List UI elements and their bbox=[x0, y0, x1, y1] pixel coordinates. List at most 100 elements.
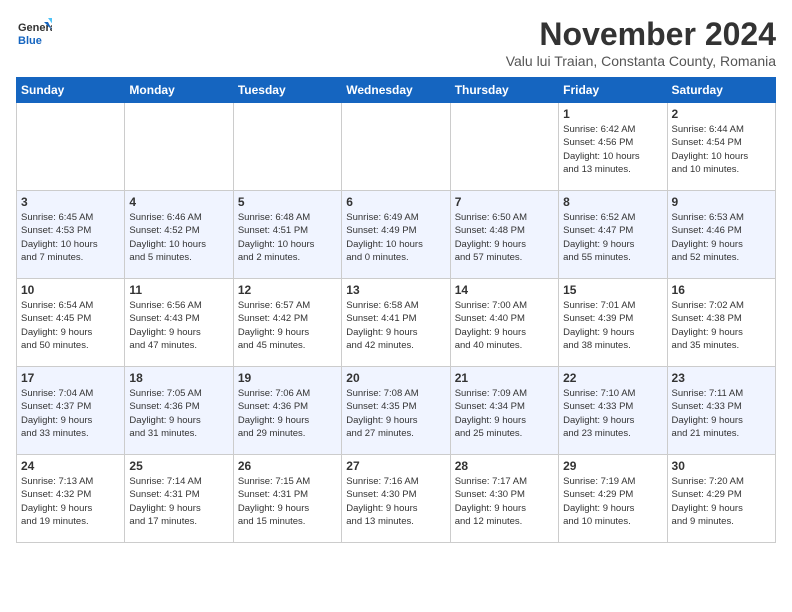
day-info: Sunrise: 7:11 AM Sunset: 4:33 PM Dayligh… bbox=[672, 387, 771, 440]
day-number: 12 bbox=[238, 283, 337, 297]
weekday-header-monday: Monday bbox=[125, 78, 233, 103]
day-number: 15 bbox=[563, 283, 662, 297]
day-number: 11 bbox=[129, 283, 228, 297]
day-cell: 24Sunrise: 7:13 AM Sunset: 4:32 PM Dayli… bbox=[17, 455, 125, 543]
day-info: Sunrise: 6:45 AM Sunset: 4:53 PM Dayligh… bbox=[21, 211, 120, 264]
day-info: Sunrise: 7:10 AM Sunset: 4:33 PM Dayligh… bbox=[563, 387, 662, 440]
logo: General Blue bbox=[16, 16, 52, 52]
day-info: Sunrise: 6:49 AM Sunset: 4:49 PM Dayligh… bbox=[346, 211, 445, 264]
day-info: Sunrise: 7:01 AM Sunset: 4:39 PM Dayligh… bbox=[563, 299, 662, 352]
day-info: Sunrise: 7:00 AM Sunset: 4:40 PM Dayligh… bbox=[455, 299, 554, 352]
day-info: Sunrise: 6:44 AM Sunset: 4:54 PM Dayligh… bbox=[672, 123, 771, 176]
day-number: 18 bbox=[129, 371, 228, 385]
day-info: Sunrise: 6:58 AM Sunset: 4:41 PM Dayligh… bbox=[346, 299, 445, 352]
week-row-2: 3 Sunrise: 6:45 AM Sunset: 4:53 PM Daylig… bbox=[17, 191, 776, 279]
day-number: 24 bbox=[21, 459, 120, 473]
day-number: 8 bbox=[563, 195, 662, 209]
week-row-1: 1 Sunrise: 6:42 AM Sunset: 4:56 PM Daylig… bbox=[17, 103, 776, 191]
weekday-header-thursday: Thursday bbox=[450, 78, 558, 103]
day-info: Sunrise: 6:56 AM Sunset: 4:43 PM Dayligh… bbox=[129, 299, 228, 352]
day-cell: 9 Sunrise: 6:53 AM Sunset: 4:46 PM Daylig… bbox=[667, 191, 775, 279]
day-cell: 22 Sunrise: 7:10 AM Sunset: 4:33 PM Dayli… bbox=[559, 367, 667, 455]
day-number: 4 bbox=[129, 195, 228, 209]
week-row-3: 10 Sunrise: 6:54 AM Sunset: 4:45 PM Dayli… bbox=[17, 279, 776, 367]
calendar-title: November 2024 bbox=[506, 16, 776, 53]
day-cell: 1 Sunrise: 6:42 AM Sunset: 4:56 PM Daylig… bbox=[559, 103, 667, 191]
day-cell: 29 Sunrise: 7:19 AM Sunset: 4:29 PM Dayli… bbox=[559, 455, 667, 543]
day-number: 16 bbox=[672, 283, 771, 297]
day-cell: 16 Sunrise: 7:02 AM Sunset: 4:38 PM Dayli… bbox=[667, 279, 775, 367]
day-info: Sunrise: 6:53 AM Sunset: 4:46 PM Dayligh… bbox=[672, 211, 771, 264]
day-cell: 23 Sunrise: 7:11 AM Sunset: 4:33 PM Dayli… bbox=[667, 367, 775, 455]
day-cell: 18 Sunrise: 7:05 AM Sunset: 4:36 PM Dayli… bbox=[125, 367, 233, 455]
day-info: Sunrise: 6:57 AM Sunset: 4:42 PM Dayligh… bbox=[238, 299, 337, 352]
day-number: 10 bbox=[21, 283, 120, 297]
day-number: 28 bbox=[455, 459, 554, 473]
day-number: 29 bbox=[563, 459, 662, 473]
day-cell: 3 Sunrise: 6:45 AM Sunset: 4:53 PM Daylig… bbox=[17, 191, 125, 279]
day-cell: 8Sunrise: 6:52 AM Sunset: 4:47 PM Daylig… bbox=[559, 191, 667, 279]
day-cell: 5Sunrise: 6:48 AM Sunset: 4:51 PM Daylig… bbox=[233, 191, 341, 279]
day-cell: 7Sunrise: 6:50 AM Sunset: 4:48 PM Daylig… bbox=[450, 191, 558, 279]
day-info: Sunrise: 7:16 AM Sunset: 4:30 PM Dayligh… bbox=[346, 475, 445, 528]
day-info: Sunrise: 7:02 AM Sunset: 4:38 PM Dayligh… bbox=[672, 299, 771, 352]
day-info: Sunrise: 7:09 AM Sunset: 4:34 PM Dayligh… bbox=[455, 387, 554, 440]
day-cell: 28 Sunrise: 7:17 AM Sunset: 4:30 PM Dayli… bbox=[450, 455, 558, 543]
day-cell: 19Sunrise: 7:06 AM Sunset: 4:36 PM Dayli… bbox=[233, 367, 341, 455]
day-cell bbox=[450, 103, 558, 191]
day-number: 3 bbox=[21, 195, 120, 209]
logo-icon: General Blue bbox=[16, 16, 52, 52]
day-info: Sunrise: 6:46 AM Sunset: 4:52 PM Dayligh… bbox=[129, 211, 228, 264]
day-number: 22 bbox=[563, 371, 662, 385]
day-number: 25 bbox=[129, 459, 228, 473]
day-cell: 10 Sunrise: 6:54 AM Sunset: 4:45 PM Dayli… bbox=[17, 279, 125, 367]
day-cell bbox=[342, 103, 450, 191]
day-info: Sunrise: 6:42 AM Sunset: 4:56 PM Dayligh… bbox=[563, 123, 662, 176]
day-cell bbox=[125, 103, 233, 191]
day-info: Sunrise: 7:08 AM Sunset: 4:35 PM Dayligh… bbox=[346, 387, 445, 440]
weekday-header-saturday: Saturday bbox=[667, 78, 775, 103]
day-cell: 6Sunrise: 6:49 AM Sunset: 4:49 PM Daylig… bbox=[342, 191, 450, 279]
day-info: Sunrise: 7:04 AM Sunset: 4:37 PM Dayligh… bbox=[21, 387, 120, 440]
calendar-table: SundayMondayTuesdayWednesdayThursdayFrid… bbox=[16, 77, 776, 543]
day-number: 23 bbox=[672, 371, 771, 385]
day-info: Sunrise: 6:54 AM Sunset: 4:45 PM Dayligh… bbox=[21, 299, 120, 352]
day-cell: 21 Sunrise: 7:09 AM Sunset: 4:34 PM Dayli… bbox=[450, 367, 558, 455]
day-number: 13 bbox=[346, 283, 445, 297]
day-cell: 11 Sunrise: 6:56 AM Sunset: 4:43 PM Dayli… bbox=[125, 279, 233, 367]
day-cell: 2Sunrise: 6:44 AM Sunset: 4:54 PM Daylig… bbox=[667, 103, 775, 191]
weekday-header-row: SundayMondayTuesdayWednesdayThursdayFrid… bbox=[17, 78, 776, 103]
header: General Blue November 2024 Valu lui Trai… bbox=[16, 16, 776, 69]
day-number: 14 bbox=[455, 283, 554, 297]
weekday-header-wednesday: Wednesday bbox=[342, 78, 450, 103]
day-info: Sunrise: 7:15 AM Sunset: 4:31 PM Dayligh… bbox=[238, 475, 337, 528]
week-row-4: 17 Sunrise: 7:04 AM Sunset: 4:37 PM Dayli… bbox=[17, 367, 776, 455]
day-number: 21 bbox=[455, 371, 554, 385]
weekday-header-sunday: Sunday bbox=[17, 78, 125, 103]
svg-text:Blue: Blue bbox=[18, 35, 42, 47]
day-number: 17 bbox=[21, 371, 120, 385]
day-cell: 13 Sunrise: 6:58 AM Sunset: 4:41 PM Dayli… bbox=[342, 279, 450, 367]
calendar-subtitle: Valu lui Traian, Constanta County, Roman… bbox=[506, 53, 776, 69]
day-cell: 25Sunrise: 7:14 AM Sunset: 4:31 PM Dayli… bbox=[125, 455, 233, 543]
weekday-header-friday: Friday bbox=[559, 78, 667, 103]
week-row-5: 24Sunrise: 7:13 AM Sunset: 4:32 PM Dayli… bbox=[17, 455, 776, 543]
day-info: Sunrise: 7:19 AM Sunset: 4:29 PM Dayligh… bbox=[563, 475, 662, 528]
day-cell: 27 Sunrise: 7:16 AM Sunset: 4:30 PM Dayli… bbox=[342, 455, 450, 543]
day-number: 20 bbox=[346, 371, 445, 385]
day-cell: 30Sunrise: 7:20 AM Sunset: 4:29 PM Dayli… bbox=[667, 455, 775, 543]
weekday-header-tuesday: Tuesday bbox=[233, 78, 341, 103]
day-cell: 15 Sunrise: 7:01 AM Sunset: 4:39 PM Dayli… bbox=[559, 279, 667, 367]
day-number: 1 bbox=[563, 107, 662, 121]
day-number: 9 bbox=[672, 195, 771, 209]
title-area: November 2024 Valu lui Traian, Constanta… bbox=[506, 16, 776, 69]
day-cell bbox=[233, 103, 341, 191]
day-cell: 12 Sunrise: 6:57 AM Sunset: 4:42 PM Dayli… bbox=[233, 279, 341, 367]
day-info: Sunrise: 7:17 AM Sunset: 4:30 PM Dayligh… bbox=[455, 475, 554, 528]
day-info: Sunrise: 7:06 AM Sunset: 4:36 PM Dayligh… bbox=[238, 387, 337, 440]
day-info: Sunrise: 7:05 AM Sunset: 4:36 PM Dayligh… bbox=[129, 387, 228, 440]
day-number: 27 bbox=[346, 459, 445, 473]
day-cell bbox=[17, 103, 125, 191]
day-info: Sunrise: 7:20 AM Sunset: 4:29 PM Dayligh… bbox=[672, 475, 771, 528]
day-cell: 17 Sunrise: 7:04 AM Sunset: 4:37 PM Dayli… bbox=[17, 367, 125, 455]
